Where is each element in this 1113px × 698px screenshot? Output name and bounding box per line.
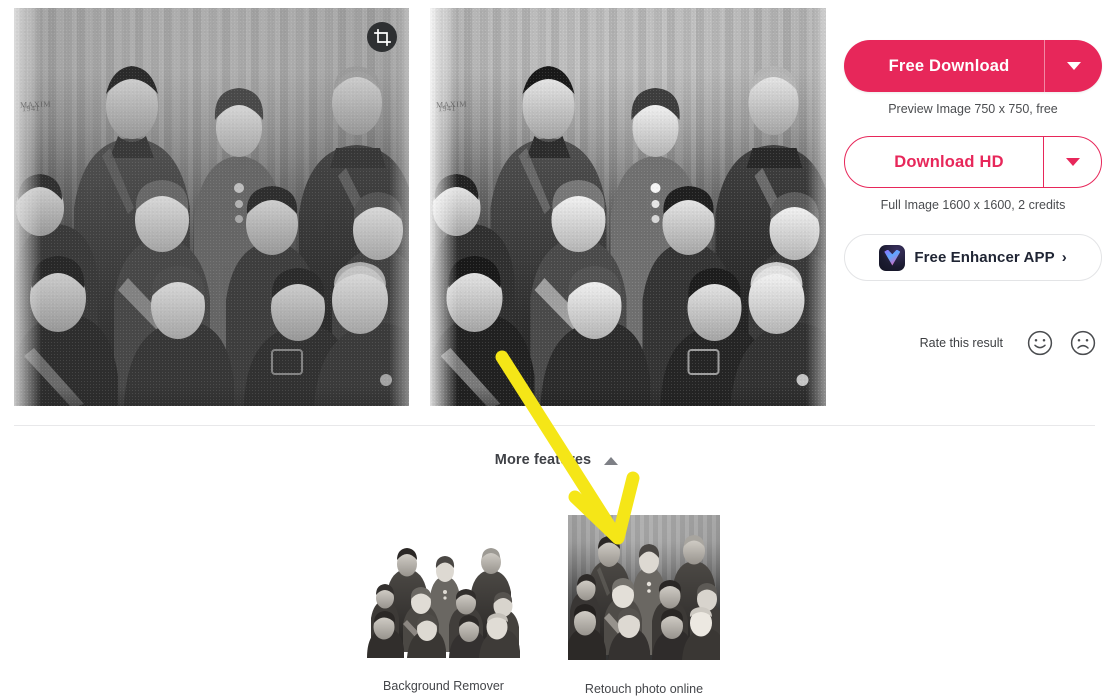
photo-faint-mark-1: MAXIM: [435, 99, 468, 110]
download-hd-button[interactable]: Download HD: [844, 136, 1102, 188]
photo-faint-mark-2: 1941: [437, 103, 457, 114]
original-photo: MAXIM 1941: [14, 8, 409, 406]
download-hd-label: Download HD: [894, 152, 1004, 171]
free-enhancer-app-label: Free Enhancer APP: [914, 249, 1055, 266]
enhancer-app-icon: [879, 244, 906, 271]
rate-result-label: Rate this result: [919, 336, 1003, 350]
photo-faint-mark-2: 1941: [21, 103, 41, 114]
more-features-label: More features: [494, 452, 592, 468]
triangle-up-icon: [604, 456, 619, 465]
crop-icon: [373, 28, 391, 46]
original-image-panel[interactable]: MAXIM 1941: [14, 8, 409, 406]
free-download-label: Free Download: [888, 56, 1010, 75]
chevron-down-icon: [1065, 158, 1080, 166]
background-remover-label: Background Remover: [383, 679, 504, 693]
free-enhancer-app-button[interactable]: Free Enhancer APP ›: [844, 234, 1102, 281]
retouch-photo-label: Retouch photo online: [584, 682, 704, 696]
feature-card-background-remover[interactable]: Background Remover: [367, 530, 520, 693]
section-divider: [14, 425, 1095, 426]
chevron-right-icon: ›: [1061, 249, 1067, 266]
chevron-down-icon: [1066, 62, 1081, 70]
download-hd-caption: Full Image 1600 x 1600, 2 credits: [880, 198, 1066, 212]
free-download-button[interactable]: Free Download: [844, 40, 1102, 92]
photo-edge-fade: [430, 8, 826, 406]
photo-faint-mark-1: MAXIM: [19, 99, 52, 110]
sad-face-icon[interactable]: [1070, 330, 1096, 356]
more-features-toggle[interactable]: More features: [0, 452, 1113, 468]
photo-edge-fade: [14, 8, 409, 406]
feature-card-retouch-photo-online[interactable]: Retouch photo online: [568, 515, 720, 696]
free-download-dropdown-toggle[interactable]: [1044, 40, 1102, 92]
rate-result-row: Rate this result: [844, 330, 1102, 356]
free-download-caption: Preview Image 750 x 750, free: [888, 102, 1058, 116]
enhanced-image-panel[interactable]: MAXIM 1941: [430, 8, 826, 406]
crop-icon-button[interactable]: [367, 22, 397, 52]
happy-face-icon[interactable]: [1027, 330, 1053, 356]
background-remover-thumbnail: [367, 530, 520, 658]
retouch-photo-thumbnail: [568, 515, 720, 660]
image-compare-section: MAXIM 1941 MAXIM 1941 Free Download Prev…: [0, 0, 1113, 425]
download-hd-dropdown-toggle[interactable]: [1043, 137, 1101, 187]
enhanced-photo: MAXIM 1941: [430, 8, 826, 406]
